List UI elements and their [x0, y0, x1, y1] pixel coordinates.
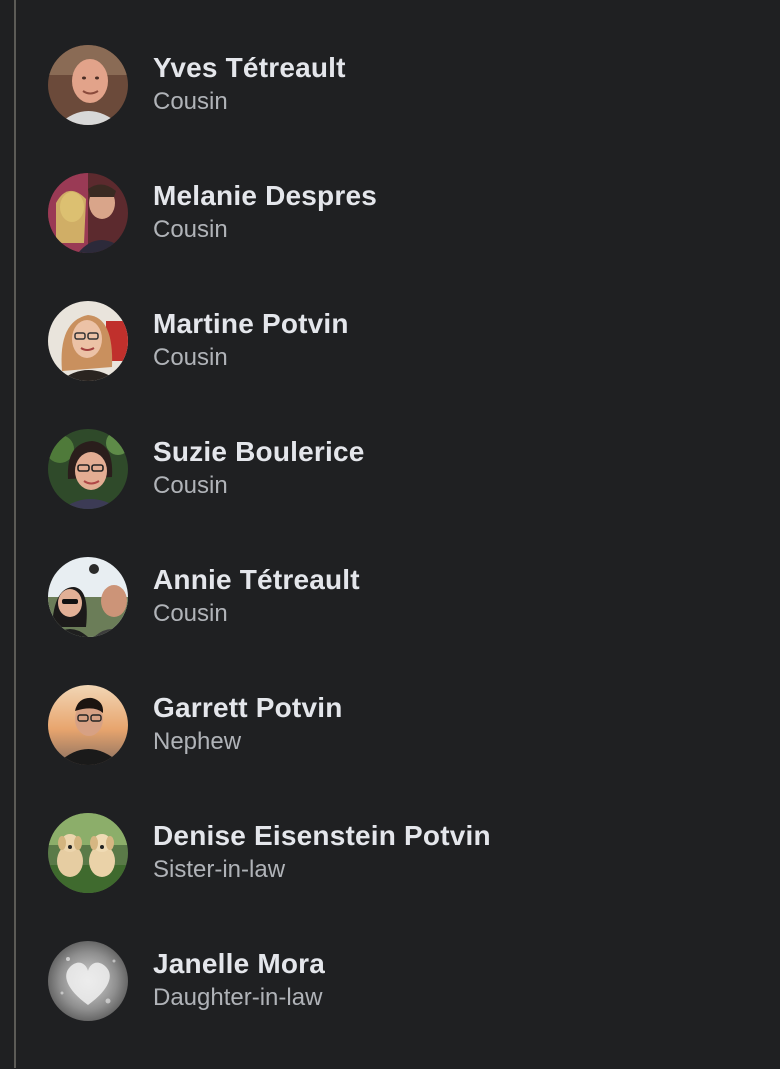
heart-photo-icon — [48, 941, 128, 1021]
relative-relation: Cousin — [153, 600, 228, 627]
relative-row[interactable]: Martine Potvin Cousin — [48, 301, 780, 381]
profile-avatar[interactable] — [48, 429, 128, 509]
person-photo-icon — [48, 429, 128, 509]
relative-row[interactable]: Garrett Potvin Nephew — [48, 685, 780, 765]
couple-photo-icon — [48, 173, 128, 253]
profile-avatar[interactable] — [48, 685, 128, 765]
relative-name[interactable]: Melanie Despres — [153, 180, 377, 212]
profile-avatar[interactable] — [48, 813, 128, 893]
profile-avatar[interactable] — [48, 45, 128, 125]
relative-name[interactable]: Suzie Boulerice — [153, 436, 365, 468]
dogs-photo-icon — [48, 813, 128, 893]
profile-avatar[interactable] — [48, 557, 128, 637]
left-divider — [14, 0, 16, 1068]
relative-name[interactable]: Annie Tétreault — [153, 564, 360, 596]
person-photo-icon — [48, 685, 128, 765]
couple-photo-icon — [48, 557, 128, 637]
relative-relation: Nephew — [153, 728, 242, 755]
relative-relation: Cousin — [153, 88, 228, 115]
relative-relation: Cousin — [153, 344, 228, 371]
relative-row[interactable]: Annie Tétreault Cousin — [48, 557, 780, 637]
relative-row[interactable]: Suzie Boulerice Cousin — [48, 429, 780, 509]
profile-avatar[interactable] — [48, 173, 128, 253]
relative-row[interactable]: Denise Eisenstein Potvin Sister-in-law — [48, 813, 780, 893]
relative-name[interactable]: Yves Tétreault — [153, 52, 346, 84]
relatives-list: Yves Tétreault Cousin Melanie Despres Co… — [48, 45, 780, 1069]
profile-avatar[interactable] — [48, 941, 128, 1021]
relative-row[interactable]: Janelle Mora Daughter-in-law — [48, 941, 780, 1021]
relative-name[interactable]: Martine Potvin — [153, 308, 349, 340]
relative-relation: Cousin — [153, 472, 228, 499]
relative-relation: Cousin — [153, 216, 228, 243]
person-photo-icon — [48, 301, 128, 381]
relative-name[interactable]: Denise Eisenstein Potvin — [153, 820, 491, 852]
person-photo-icon — [48, 45, 128, 125]
relative-relation: Sister-in-law — [153, 856, 286, 883]
profile-avatar[interactable] — [48, 301, 128, 381]
relative-name[interactable]: Garrett Potvin — [153, 692, 343, 724]
relative-name[interactable]: Janelle Mora — [153, 948, 325, 980]
relative-row[interactable]: Yves Tétreault Cousin — [48, 45, 780, 125]
relative-row[interactable]: Melanie Despres Cousin — [48, 173, 780, 253]
relative-relation: Daughter-in-law — [153, 984, 323, 1011]
